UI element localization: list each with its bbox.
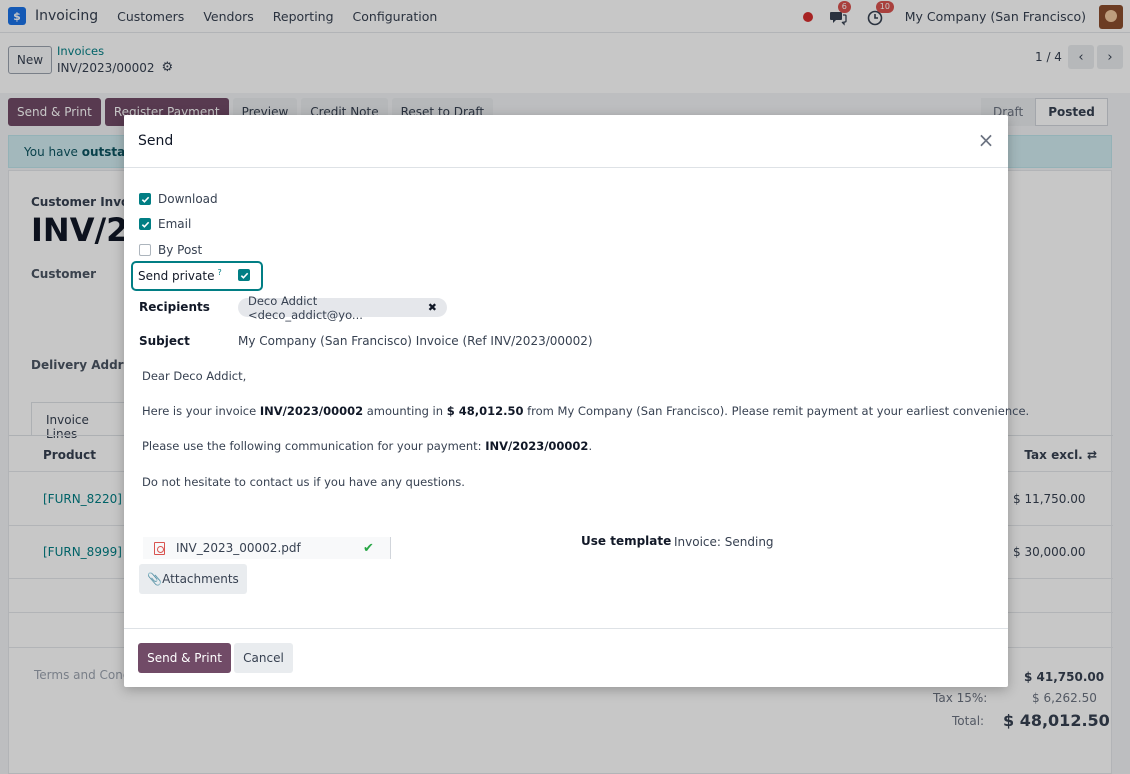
body-line-2: Please use the following communication f…: [142, 439, 592, 453]
attachment-filename: INV_2023_00002.pdf: [176, 541, 301, 555]
body-invoice-ref: INV/2023/00002: [259, 404, 364, 418]
by-post-option[interactable]: By Post: [139, 243, 202, 257]
by-post-checkbox[interactable]: [139, 244, 151, 256]
email-checkbox[interactable]: [139, 218, 151, 230]
remove-tag-icon[interactable]: ✖: [428, 301, 437, 314]
modal-title: Send: [138, 133, 174, 149]
body-greeting: Dear Deco Addict,: [142, 369, 247, 383]
use-template-label: Use template: [581, 534, 672, 548]
recipient-tag[interactable]: Deco Addict <deco_addict@yo... ✖: [238, 294, 447, 322]
send-private-label: Send private?: [138, 268, 222, 283]
modal-header: Send ×: [124, 115, 1008, 168]
body-text: .: [588, 439, 593, 453]
body-amount: $ 48,012.50: [446, 404, 524, 418]
subject-input[interactable]: My Company (San Francisco) Invoice (Ref …: [238, 334, 593, 348]
attachment-item[interactable]: INV_2023_00002.pdf ✔: [143, 537, 391, 559]
paperclip-icon: 📎: [147, 572, 163, 586]
recipients-label: Recipients: [139, 300, 210, 314]
subject-label: Subject: [139, 334, 190, 348]
body-line-3: Do not hesitate to contact us if you hav…: [142, 475, 465, 489]
body-text: amounting in: [363, 404, 447, 418]
modal-footer: Send & Print Cancel: [124, 628, 1008, 687]
use-template-select[interactable]: Invoice: Sending: [674, 535, 774, 549]
attachments-button[interactable]: 📎 Attachments: [139, 564, 247, 594]
body-line-1: Here is your invoice INV/2023/00002 amou…: [142, 404, 1029, 418]
recipient-tag-label: Deco Addict <deco_addict@yo...: [248, 293, 363, 322]
pdf-file-icon: [154, 541, 165, 555]
check-icon: [240, 272, 248, 279]
body-payment-ref: INV/2023/00002: [485, 439, 589, 453]
check-icon: [141, 221, 149, 228]
send-private-checkbox[interactable]: [238, 269, 250, 281]
email-option[interactable]: Email: [139, 217, 191, 231]
send-private-text: Send private: [138, 269, 215, 283]
checkmark-icon: ✔: [363, 541, 374, 556]
body-text: Here is your invoice: [142, 404, 260, 418]
body-text: Please use the following communication f…: [142, 439, 486, 453]
by-post-label: By Post: [158, 243, 203, 257]
attachments-label: Attachments: [162, 572, 239, 586]
check-icon: [141, 196, 149, 203]
send-dialog: Send × Download Email By Post Send priva…: [124, 115, 1029, 687]
close-icon[interactable]: ×: [976, 130, 996, 150]
download-label: Download: [158, 192, 218, 206]
body-text: from My Company (San Francisco). Please …: [523, 404, 1030, 418]
download-checkbox[interactable]: [139, 193, 151, 205]
help-tooltip-icon[interactable]: ?: [217, 268, 221, 277]
cancel-button[interactable]: Cancel: [234, 643, 293, 673]
send-print-submit-button[interactable]: Send & Print: [138, 643, 231, 673]
download-option[interactable]: Download: [139, 192, 218, 206]
email-label: Email: [158, 217, 192, 231]
